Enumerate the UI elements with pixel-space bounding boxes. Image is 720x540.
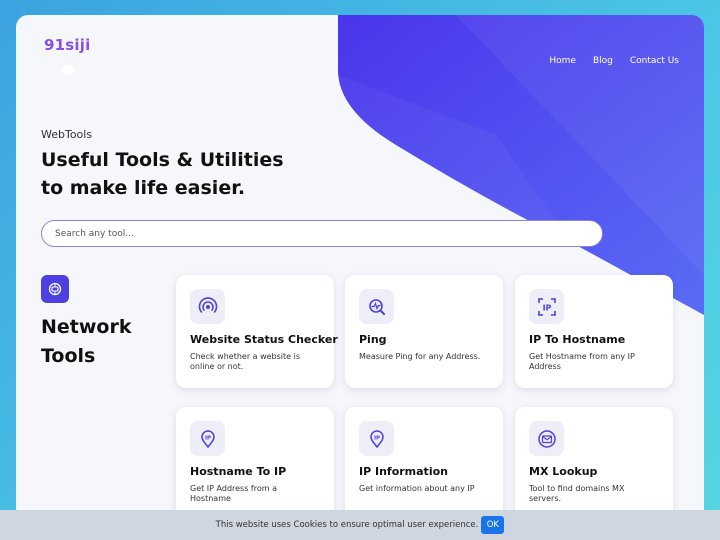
cookie-ok-button[interactable]: OK (481, 516, 505, 534)
card-description: Measure Ping for any Address. (359, 352, 481, 361)
cookie-banner: This website uses Cookies to ensure opti… (0, 510, 720, 540)
site-logo[interactable]: 91siji (44, 36, 90, 54)
nav-home[interactable]: Home (549, 56, 576, 66)
nav-blog[interactable]: Blog (593, 56, 613, 66)
nav-contact[interactable]: Contact Us (630, 56, 679, 66)
hero-eyebrow: WebTools (41, 128, 93, 141)
card-description: Check whether a website is online or not… (190, 352, 301, 371)
hero-headline: Useful Tools & Utilities to make life ea… (41, 146, 361, 202)
tool-card-mx-lookup[interactable]: MX Lookup Tool to find domains MX server… (515, 407, 673, 520)
ip-pin-icon: IP (359, 421, 394, 456)
tool-card-hostname-to-ip[interactable]: IP Hostname To IP Get IP Address from a … (176, 407, 334, 520)
card-title: Hostname To IP (190, 465, 287, 478)
svg-text:IP: IP (204, 435, 210, 441)
cookie-message: This website uses Cookies to ensure opti… (215, 520, 479, 530)
network-icon (41, 275, 69, 303)
mail-search-icon (529, 421, 564, 456)
pulse-search-icon (359, 289, 394, 324)
headline-line-2: to make life easier. (41, 177, 246, 199)
section-title-line-1: Network (41, 316, 132, 338)
card-title: IP Information (359, 465, 448, 478)
logo-mark (61, 65, 75, 75)
section-title-line-2: Tools (41, 345, 96, 367)
top-nav: Home Blog Contact Us (549, 56, 679, 66)
card-description: Get information about any IP (359, 484, 475, 493)
section-title: Network Tools (41, 313, 161, 371)
signal-icon (190, 289, 225, 324)
headline-line-1: Useful Tools & Utilities (41, 149, 284, 171)
search-input[interactable] (41, 220, 603, 247)
svg-text:IP: IP (373, 435, 379, 441)
card-title: Ping (359, 333, 387, 346)
card-title: MX Lookup (529, 465, 598, 478)
tool-card-ping[interactable]: Ping Measure Ping for any Address. (345, 275, 503, 388)
tool-card-website-status[interactable]: Website Status Checker Check whether a w… (176, 275, 338, 388)
card-description: Get IP Address from a Hostname (190, 484, 277, 503)
card-description: Get Hostname from any IP Address (529, 352, 635, 371)
ip-pin-icon: IP (190, 421, 225, 456)
card-title: IP To Hostname (529, 333, 626, 346)
ip-scan-icon: IP (529, 289, 564, 324)
card-title: Website Status Checker (190, 333, 338, 346)
tool-card-ip-to-hostname[interactable]: IP IP To Hostname Get Hostname from any … (515, 275, 673, 388)
tool-card-ip-information[interactable]: IP IP Information Get information about … (345, 407, 503, 520)
svg-text:IP: IP (542, 303, 551, 312)
page-frame: 91siji Home Blog Contact Us WebTools Use… (16, 15, 704, 540)
card-description: Tool to find domains MX servers. (529, 484, 625, 503)
